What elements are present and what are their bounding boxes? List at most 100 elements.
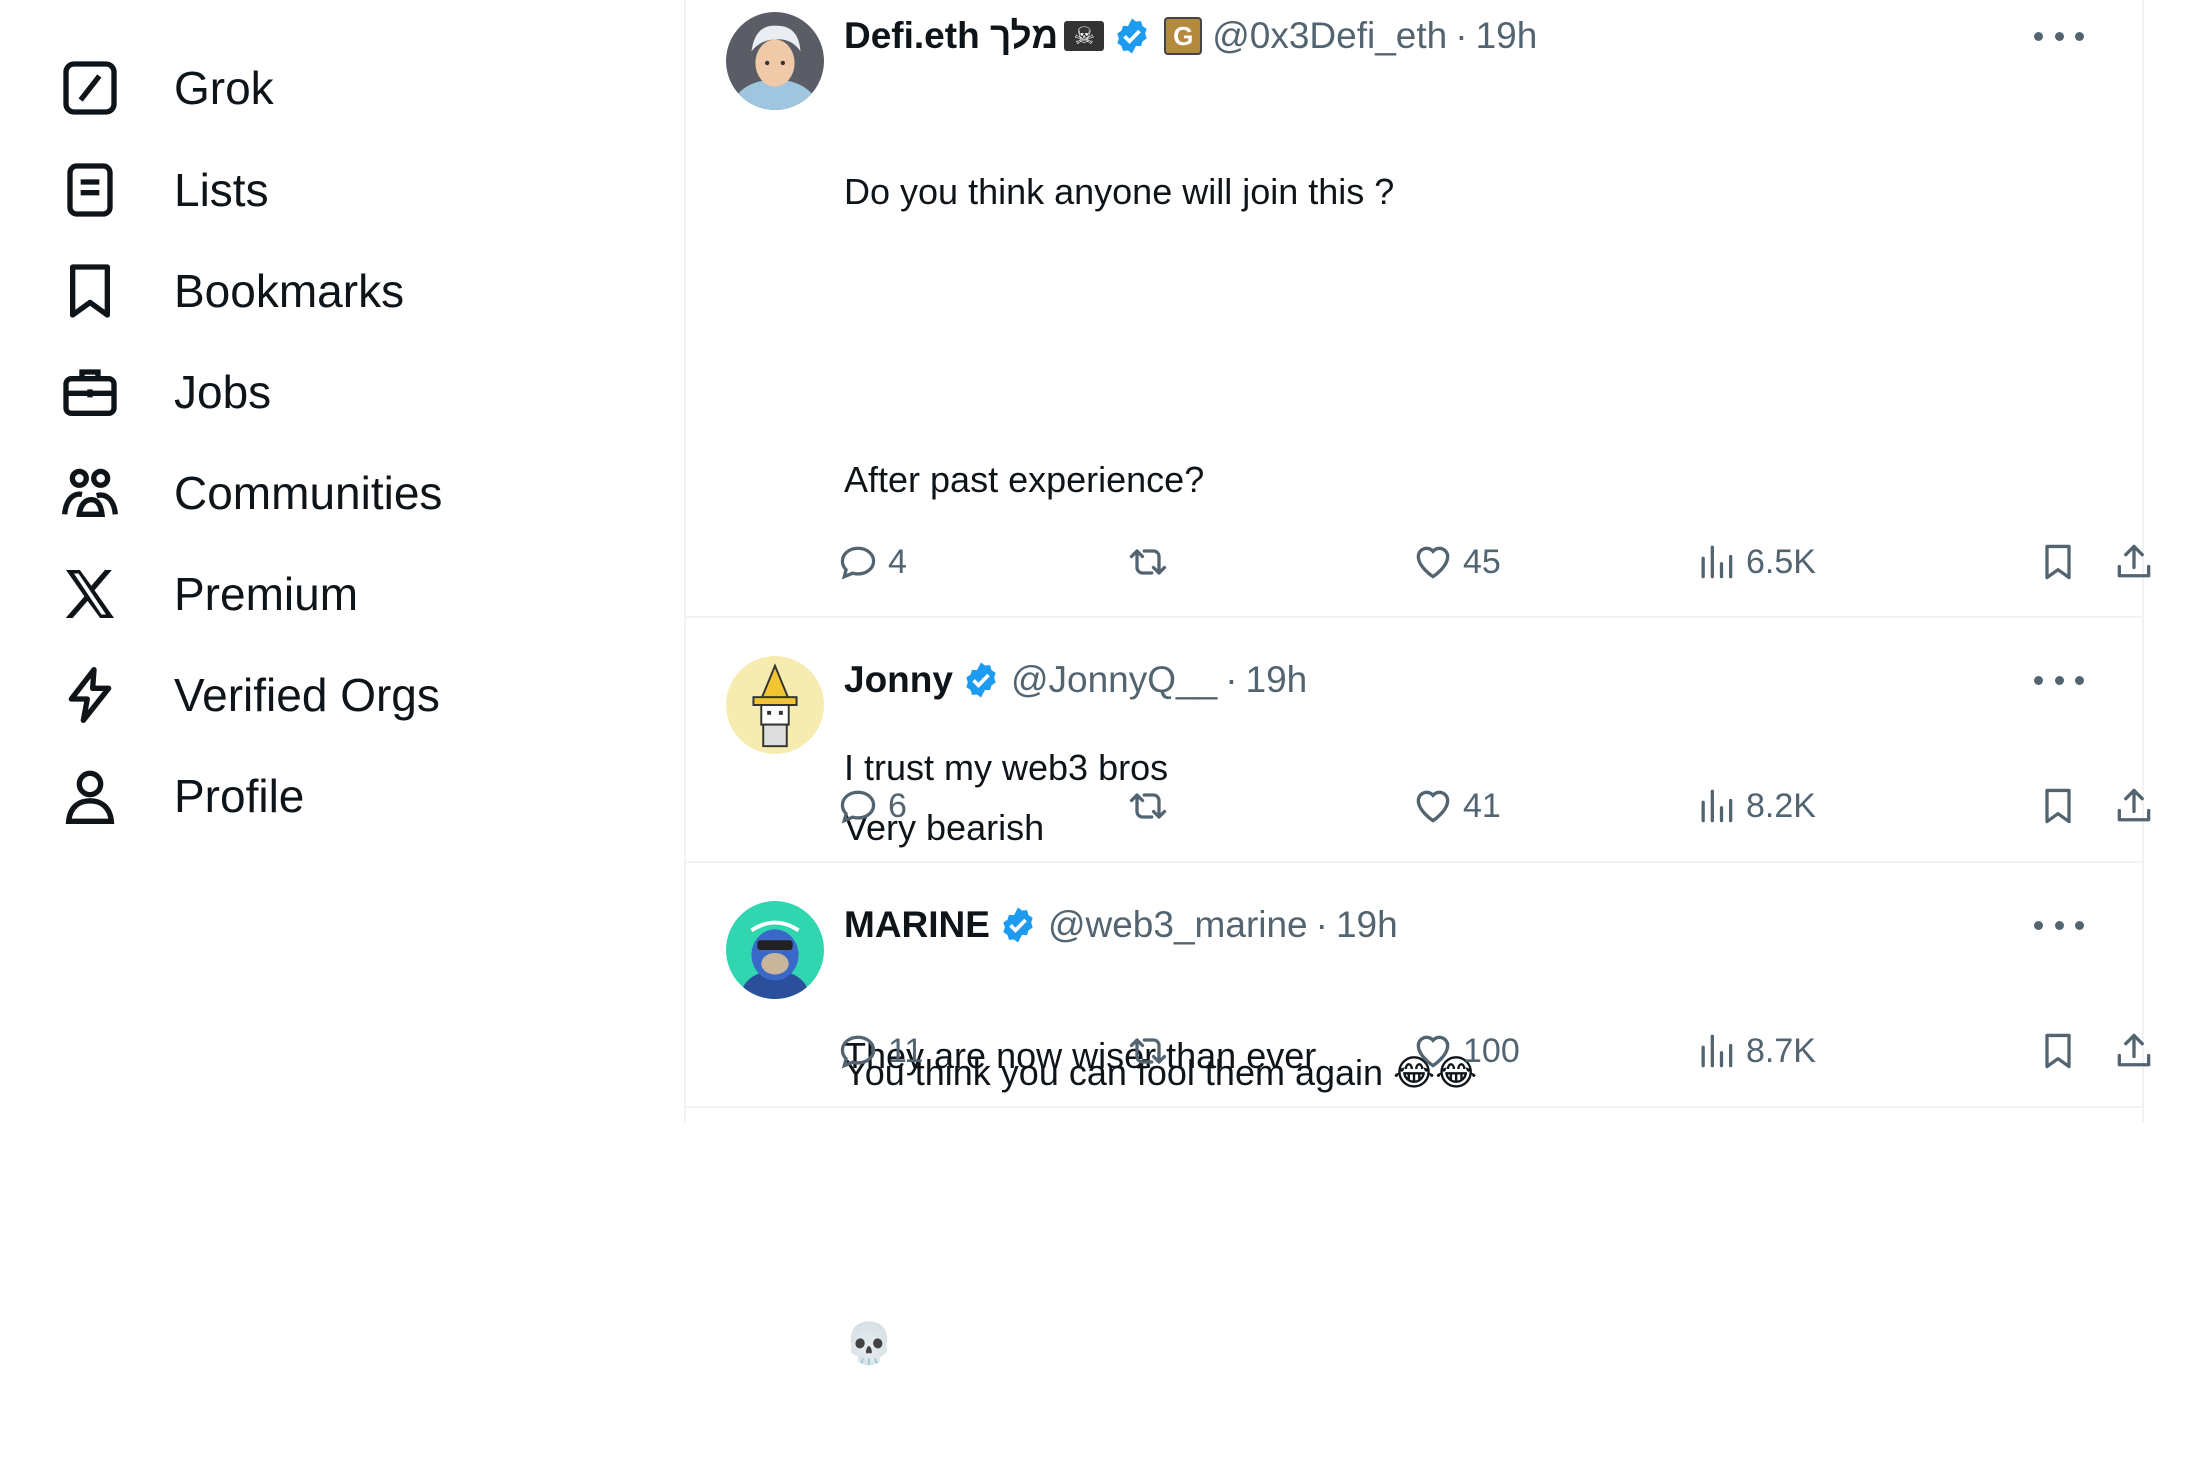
author-name[interactable]: Defi.eth מלך bbox=[844, 15, 1058, 57]
separator-dot: · bbox=[1455, 15, 1468, 56]
sidebar-item-label: Verified Orgs bbox=[174, 669, 440, 721]
heart-icon bbox=[1416, 790, 1450, 823]
x-logo-icon bbox=[48, 552, 132, 636]
sidebar-item-label: Communities bbox=[174, 467, 443, 519]
sidebar-item-communities[interactable]: Communities bbox=[48, 443, 442, 543]
repost-button[interactable] bbox=[1126, 1021, 1170, 1081]
view-count: 8.2K bbox=[1746, 786, 1816, 825]
bookmark-icon bbox=[2045, 544, 2071, 580]
sidebar-item-premium[interactable]: Premium bbox=[48, 544, 358, 644]
like-count: 41 bbox=[1463, 786, 1501, 825]
sidebar-item-label: Grok bbox=[174, 62, 274, 114]
verified-badge-icon bbox=[1003, 907, 1033, 943]
communities-icon bbox=[48, 451, 132, 535]
bookmark-icon bbox=[2045, 788, 2071, 824]
sidebar-item-bookmarks[interactable]: Bookmarks bbox=[48, 241, 404, 341]
sidebar-item-label: Profile bbox=[174, 770, 305, 822]
tweet-text-line: After past experience? bbox=[844, 459, 1205, 500]
sidebar-item-grok[interactable]: Grok bbox=[48, 38, 274, 138]
lists-icon bbox=[48, 148, 132, 232]
views-chart-icon bbox=[1701, 545, 1733, 579]
heart-icon bbox=[1416, 546, 1450, 579]
tweet-header: MARINE @web3_marine · 19h bbox=[844, 901, 1398, 949]
skull-emoji: 💀 bbox=[844, 1322, 894, 1366]
tweet-text-line bbox=[844, 312, 1394, 360]
share-button[interactable] bbox=[2112, 776, 2156, 836]
affiliate-badge[interactable]: G bbox=[1164, 17, 1203, 55]
heart-icon bbox=[1416, 1035, 1450, 1068]
verified-badge-icon bbox=[1117, 18, 1147, 54]
avatar[interactable] bbox=[726, 12, 824, 110]
tweet-header: Defi.eth מלך ☠ G @0x3Defi_eth · 19h bbox=[844, 12, 1537, 60]
tweet-actions: 6 41 8.2K bbox=[836, 776, 2151, 836]
sidebar-item-label: Jobs bbox=[174, 366, 272, 418]
repost-button[interactable] bbox=[1126, 776, 1170, 836]
sidebar-item-lists[interactable]: Lists bbox=[48, 140, 269, 240]
bookmark-button[interactable] bbox=[2036, 776, 2080, 836]
tweet-timestamp[interactable]: 19h bbox=[1336, 904, 1398, 946]
sidebar-item-verified-orgs[interactable]: Verified Orgs bbox=[48, 645, 440, 745]
author-handle[interactable]: @0x3Defi_eth bbox=[1212, 15, 1447, 57]
sidebar-item-profile[interactable]: Profile bbox=[48, 746, 304, 846]
sidebar-nav: Grok Lists Bookmarks Jobs Communities Pr… bbox=[0, 0, 684, 1122]
sidebar-item-jobs[interactable]: Jobs bbox=[48, 342, 271, 442]
reply-count: 4 bbox=[888, 542, 907, 581]
reply-icon bbox=[840, 1035, 876, 1069]
pirate-flag-icon: ☠ bbox=[1064, 21, 1105, 51]
like-button[interactable]: 45 bbox=[1411, 532, 1501, 592]
like-count: 100 bbox=[1463, 1031, 1520, 1070]
timeline-feed: Defi.eth מלך ☠ G @0x3Defi_eth · 19h Do y… bbox=[684, 0, 2151, 1366]
separator-dot: · bbox=[1225, 659, 1238, 700]
grok-icon bbox=[48, 46, 132, 130]
author-handle[interactable]: @JonnyQ__ bbox=[1011, 659, 1217, 701]
like-button[interactable]: 41 bbox=[1411, 776, 1501, 836]
bookmark-button[interactable] bbox=[2036, 1021, 2080, 1081]
avatar[interactable] bbox=[726, 656, 824, 754]
bookmark-button[interactable] bbox=[2036, 532, 2080, 592]
avatar[interactable] bbox=[726, 901, 824, 999]
view-count: 6.5K bbox=[1746, 542, 1816, 581]
reply-button[interactable]: 4 bbox=[836, 532, 907, 592]
share-button[interactable] bbox=[2112, 532, 2156, 592]
tweet-actions: 11 100 8.7K bbox=[836, 1021, 2151, 1081]
tweet[interactable]: Defi.eth מלך ☠ G @0x3Defi_eth · 19h Do y… bbox=[686, 0, 2151, 1366]
views-button[interactable]: 6.5K bbox=[1694, 532, 1816, 592]
views-chart-icon bbox=[1701, 789, 1733, 823]
bookmark-icon bbox=[2045, 1033, 2071, 1069]
more-options-icon[interactable] bbox=[2034, 915, 2084, 935]
tweet-timestamp[interactable]: 19h bbox=[1476, 15, 1538, 57]
author-name[interactable]: MARINE bbox=[844, 904, 990, 946]
author-handle[interactable]: @web3_marine bbox=[1048, 904, 1308, 946]
share-button[interactable] bbox=[2112, 1021, 2156, 1081]
views-button[interactable]: 8.7K bbox=[1694, 1021, 1816, 1081]
views-button[interactable]: 8.2K bbox=[1694, 776, 1816, 836]
tweet[interactable]: MARINE @web3_marine · 19h You think you … bbox=[686, 865, 2151, 1108]
verified-badge-icon bbox=[966, 662, 996, 698]
views-chart-icon bbox=[1701, 1034, 1733, 1068]
sidebar-item-label: Bookmarks bbox=[174, 265, 405, 317]
person-icon bbox=[48, 754, 132, 838]
repost-button[interactable] bbox=[1126, 532, 1170, 592]
repost-icon bbox=[1129, 793, 1167, 819]
separator-dot: · bbox=[1315, 904, 1328, 945]
tweet-actions: 4 45 6.5K bbox=[836, 532, 2151, 592]
lightning-icon bbox=[48, 653, 132, 737]
reply-count: 11 bbox=[888, 1031, 924, 1070]
reply-button[interactable]: 11 bbox=[836, 1021, 923, 1081]
like-button[interactable]: 100 bbox=[1411, 1021, 1520, 1081]
share-icon bbox=[2117, 544, 2151, 578]
tweet-timestamp[interactable]: 19h bbox=[1246, 659, 1308, 701]
more-options-icon[interactable] bbox=[2034, 670, 2084, 690]
briefcase-icon bbox=[48, 350, 132, 434]
tweet-header: Jonny @JonnyQ__ · 19h bbox=[844, 656, 1307, 704]
repost-icon bbox=[1129, 1038, 1167, 1064]
reply-count: 6 bbox=[888, 786, 907, 825]
more-options-icon[interactable] bbox=[2034, 26, 2084, 46]
author-name[interactable]: Jonny bbox=[844, 659, 953, 701]
view-count: 8.7K bbox=[1746, 1031, 1816, 1070]
reply-button[interactable]: 6 bbox=[836, 776, 907, 836]
tweet[interactable]: Jonny @JonnyQ__ · 19h Very bearish 6 41 bbox=[686, 620, 2151, 863]
repost-icon bbox=[1129, 549, 1167, 575]
sidebar-item-label: Lists bbox=[174, 164, 269, 216]
share-icon bbox=[2117, 788, 2151, 822]
